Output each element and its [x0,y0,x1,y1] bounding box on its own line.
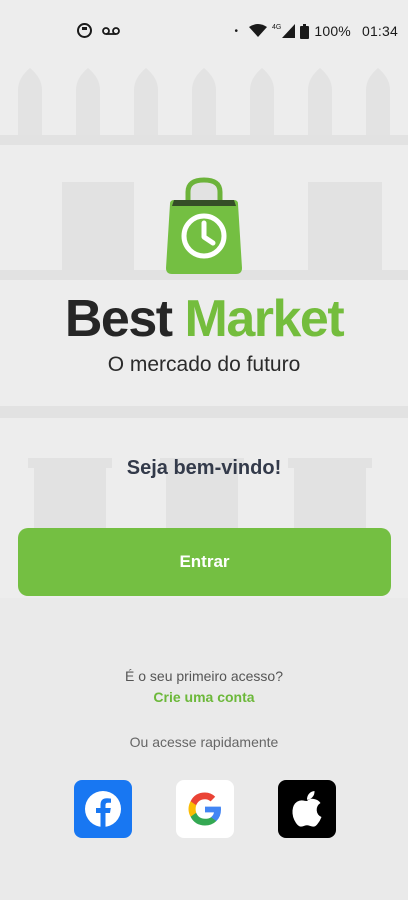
network-type: 4G [272,23,282,31]
status-bar: • 4G 100% 01:34 [0,0,408,62]
brand-title: Best Market [0,288,408,350]
app-notification-icon [77,23,92,38]
status-right: • 4G 100% 01:34 [234,23,398,39]
brand-name-best: Best [64,290,173,348]
facebook-icon [85,791,121,827]
battery-percent: 100% [314,23,351,39]
first-access-question: É o seu primeiro acesso? [125,668,283,684]
clock: 01:34 [361,23,398,39]
cell-signal-icon [282,24,296,38]
shelves-background [0,0,408,900]
brand-tagline: O mercado do futuro [107,353,301,376]
create-account-link[interactable]: Crie uma conta [0,687,408,707]
enter-button-label: Entrar [179,552,230,571]
google-icon [188,792,221,826]
enter-button[interactable]: Entrar [18,528,391,596]
dot-icon: • [234,25,238,37]
google-login-button[interactable] [176,780,234,838]
welcome-heading: Seja bem-vindo! [126,457,282,479]
status-left [77,23,120,38]
wifi-icon [249,24,267,37]
quick-access-label: Ou acesse rapidamente [129,734,279,750]
brand-name-market: Market [184,290,345,348]
facebook-login-button[interactable] [74,780,132,838]
apple-icon [292,791,322,827]
shopping-bag-clock-icon [166,177,242,274]
battery-icon [300,23,310,39]
apple-login-button[interactable] [278,780,336,838]
voicemail-icon [102,26,120,35]
